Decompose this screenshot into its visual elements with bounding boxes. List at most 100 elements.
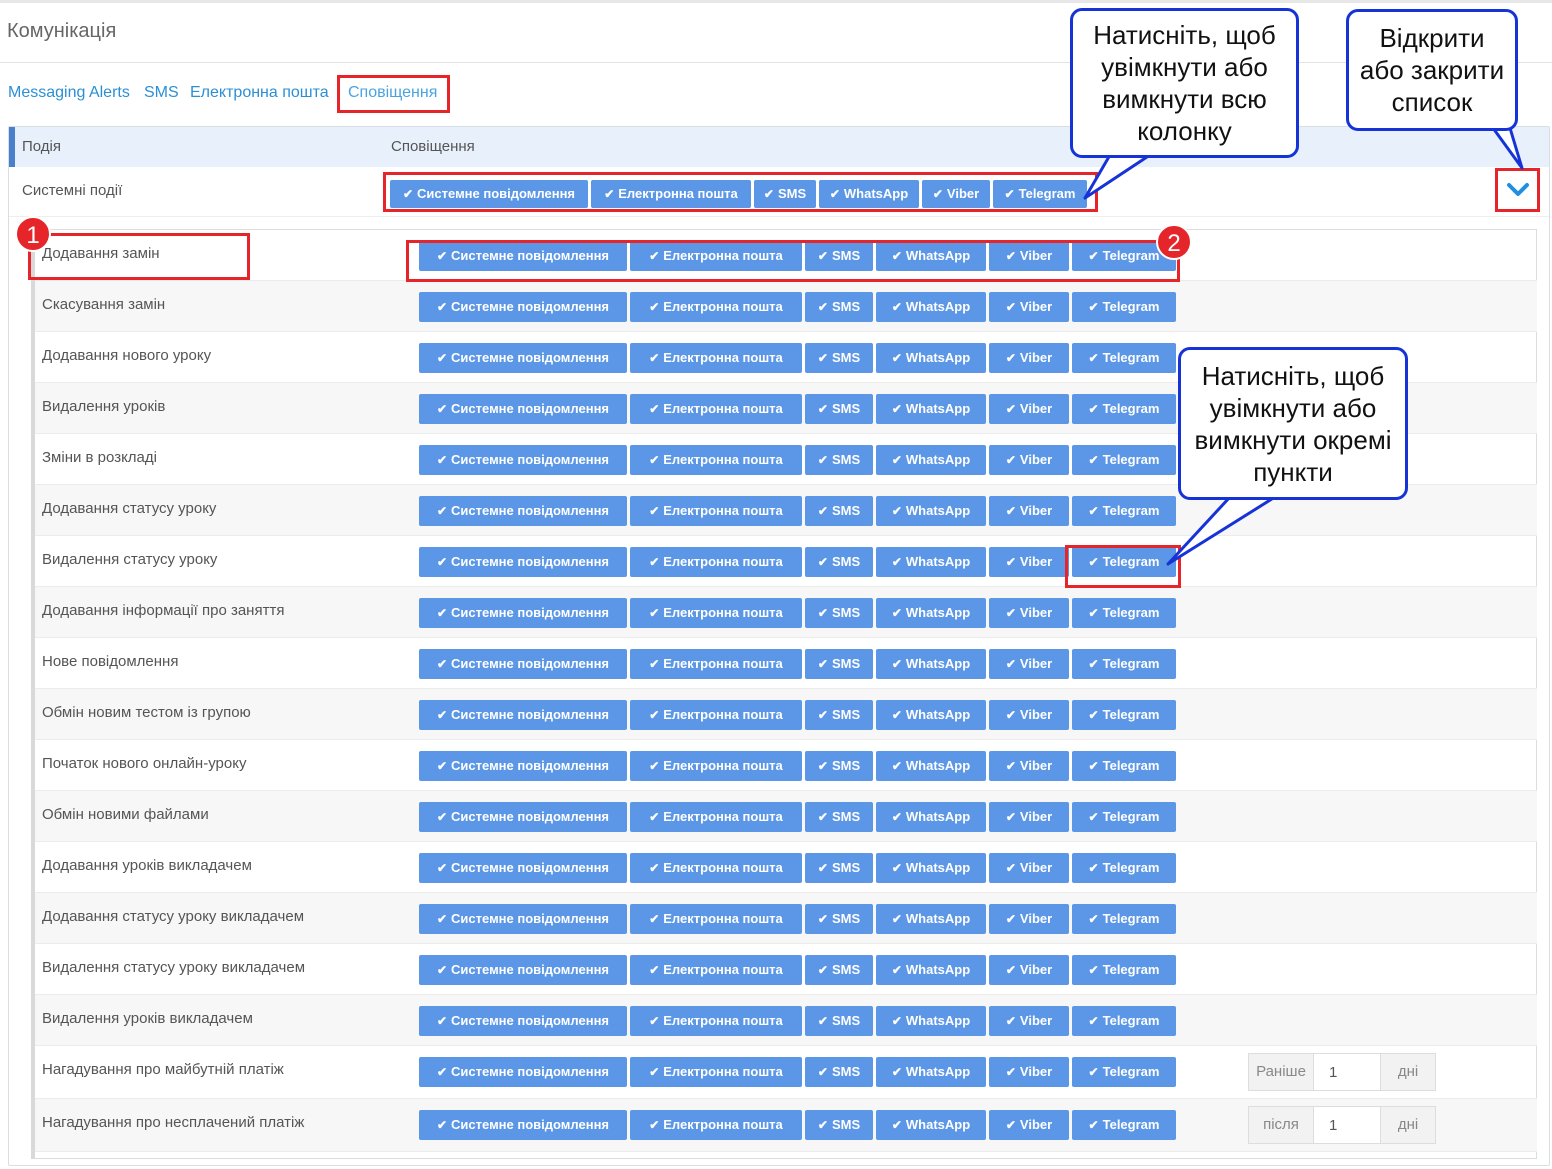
event-telegram-toggle[interactable]: ✔ Telegram	[1072, 598, 1176, 628]
event-telegram-toggle[interactable]: ✔ Telegram	[1072, 445, 1176, 475]
event-email-toggle[interactable]: ✔ Електронна пошта	[630, 904, 802, 934]
event-viber-toggle[interactable]: ✔ Viber	[989, 700, 1069, 730]
event-viber-toggle[interactable]: ✔ Viber	[989, 1006, 1069, 1036]
event-telegram-toggle[interactable]: ✔ Telegram	[1072, 394, 1176, 424]
event-telegram-toggle[interactable]: ✔ Telegram	[1072, 649, 1176, 679]
event-sms-toggle[interactable]: ✔ SMS	[805, 1110, 873, 1140]
event-system-message-toggle[interactable]: ✔ Системне повідомлення	[419, 700, 627, 730]
event-sms-toggle[interactable]: ✔ SMS	[805, 394, 873, 424]
event-telegram-toggle[interactable]: ✔ Telegram	[1072, 1006, 1176, 1036]
event-telegram-toggle[interactable]: ✔ Telegram	[1072, 1110, 1176, 1140]
tab-messaging-alerts[interactable]: Messaging Alerts	[8, 84, 130, 102]
event-sms-toggle[interactable]: ✔ SMS	[805, 292, 873, 322]
event-sms-toggle[interactable]: ✔ SMS	[805, 343, 873, 373]
event-email-toggle[interactable]: ✔ Електронна пошта	[630, 1006, 802, 1036]
event-telegram-toggle[interactable]: ✔ Telegram	[1072, 853, 1176, 883]
event-email-toggle[interactable]: ✔ Електронна пошта	[630, 955, 802, 985]
event-email-toggle[interactable]: ✔ Електронна пошта	[630, 1110, 802, 1140]
event-whatsapp-toggle[interactable]: ✔ WhatsApp	[876, 394, 986, 424]
event-whatsapp-toggle[interactable]: ✔ WhatsApp	[876, 445, 986, 475]
event-viber-toggle[interactable]: ✔ Viber	[989, 394, 1069, 424]
event-sms-toggle[interactable]: ✔ SMS	[805, 649, 873, 679]
event-telegram-toggle[interactable]: ✔ Telegram	[1072, 751, 1176, 781]
event-sms-toggle[interactable]: ✔ SMS	[805, 445, 873, 475]
event-system-message-toggle[interactable]: ✔ Системне повідомлення	[419, 955, 627, 985]
event-sms-toggle[interactable]: ✔ SMS	[805, 598, 873, 628]
event-whatsapp-toggle[interactable]: ✔ WhatsApp	[876, 853, 986, 883]
event-system-message-toggle[interactable]: ✔ Системне повідомлення	[419, 394, 627, 424]
event-viber-toggle[interactable]: ✔ Viber	[989, 598, 1069, 628]
event-telegram-toggle[interactable]: ✔ Telegram	[1072, 292, 1176, 322]
event-email-toggle[interactable]: ✔ Електронна пошта	[630, 751, 802, 781]
event-viber-toggle[interactable]: ✔ Viber	[989, 751, 1069, 781]
event-system-message-toggle[interactable]: ✔ Системне повідомлення	[419, 649, 627, 679]
event-email-toggle[interactable]: ✔ Електронна пошта	[630, 547, 802, 577]
event-whatsapp-toggle[interactable]: ✔ WhatsApp	[876, 1110, 986, 1140]
event-email-toggle[interactable]: ✔ Електронна пошта	[630, 292, 802, 322]
event-system-message-toggle[interactable]: ✔ Системне повідомлення	[419, 1110, 627, 1140]
event-whatsapp-toggle[interactable]: ✔ WhatsApp	[876, 547, 986, 577]
event-whatsapp-toggle[interactable]: ✔ WhatsApp	[876, 292, 986, 322]
days-input[interactable]	[1315, 1107, 1379, 1143]
event-sms-toggle[interactable]: ✔ SMS	[805, 853, 873, 883]
event-whatsapp-toggle[interactable]: ✔ WhatsApp	[876, 343, 986, 373]
event-email-toggle[interactable]: ✔ Електронна пошта	[630, 802, 802, 832]
event-sms-toggle[interactable]: ✔ SMS	[805, 802, 873, 832]
event-sms-toggle[interactable]: ✔ SMS	[805, 700, 873, 730]
event-system-message-toggle[interactable]: ✔ Системне повідомлення	[419, 445, 627, 475]
event-email-toggle[interactable]: ✔ Електронна пошта	[630, 700, 802, 730]
event-viber-toggle[interactable]: ✔ Viber	[989, 649, 1069, 679]
event-sms-toggle[interactable]: ✔ SMS	[805, 496, 873, 526]
event-system-message-toggle[interactable]: ✔ Системне повідомлення	[419, 1006, 627, 1036]
event-whatsapp-toggle[interactable]: ✔ WhatsApp	[876, 598, 986, 628]
event-viber-toggle[interactable]: ✔ Viber	[989, 904, 1069, 934]
event-sms-toggle[interactable]: ✔ SMS	[805, 1057, 873, 1087]
tab-sms[interactable]: SMS	[144, 84, 179, 102]
event-system-message-toggle[interactable]: ✔ Системне повідомлення	[419, 343, 627, 373]
event-email-toggle[interactable]: ✔ Електронна пошта	[630, 496, 802, 526]
event-viber-toggle[interactable]: ✔ Viber	[989, 496, 1069, 526]
event-sms-toggle[interactable]: ✔ SMS	[805, 904, 873, 934]
event-viber-toggle[interactable]: ✔ Viber	[989, 802, 1069, 832]
event-email-toggle[interactable]: ✔ Електронна пошта	[630, 445, 802, 475]
event-telegram-toggle[interactable]: ✔ Telegram	[1072, 802, 1176, 832]
event-system-message-toggle[interactable]: ✔ Системне повідомлення	[419, 751, 627, 781]
event-viber-toggle[interactable]: ✔ Viber	[989, 853, 1069, 883]
event-system-message-toggle[interactable]: ✔ Системне повідомлення	[419, 598, 627, 628]
event-whatsapp-toggle[interactable]: ✔ WhatsApp	[876, 904, 986, 934]
event-viber-toggle[interactable]: ✔ Viber	[989, 955, 1069, 985]
event-viber-toggle[interactable]: ✔ Viber	[989, 292, 1069, 322]
event-sms-toggle[interactable]: ✔ SMS	[805, 547, 873, 577]
event-telegram-toggle[interactable]: ✔ Telegram	[1072, 904, 1176, 934]
event-system-message-toggle[interactable]: ✔ Системне повідомлення	[419, 496, 627, 526]
event-system-message-toggle[interactable]: ✔ Системне повідомлення	[419, 547, 627, 577]
event-whatsapp-toggle[interactable]: ✔ WhatsApp	[876, 1006, 986, 1036]
event-system-message-toggle[interactable]: ✔ Системне повідомлення	[419, 292, 627, 322]
event-email-toggle[interactable]: ✔ Електронна пошта	[630, 343, 802, 373]
event-whatsapp-toggle[interactable]: ✔ WhatsApp	[876, 1057, 986, 1087]
event-viber-toggle[interactable]: ✔ Viber	[989, 1110, 1069, 1140]
event-whatsapp-toggle[interactable]: ✔ WhatsApp	[876, 700, 986, 730]
event-telegram-toggle[interactable]: ✔ Telegram	[1072, 1057, 1176, 1087]
event-telegram-toggle[interactable]: ✔ Telegram	[1072, 700, 1176, 730]
event-email-toggle[interactable]: ✔ Електронна пошта	[630, 394, 802, 424]
event-whatsapp-toggle[interactable]: ✔ WhatsApp	[876, 751, 986, 781]
event-whatsapp-toggle[interactable]: ✔ WhatsApp	[876, 649, 986, 679]
event-system-message-toggle[interactable]: ✔ Системне повідомлення	[419, 802, 627, 832]
days-input[interactable]	[1315, 1054, 1379, 1090]
event-sms-toggle[interactable]: ✔ SMS	[805, 751, 873, 781]
event-system-message-toggle[interactable]: ✔ Системне повідомлення	[419, 853, 627, 883]
event-viber-toggle[interactable]: ✔ Viber	[989, 445, 1069, 475]
event-telegram-toggle[interactable]: ✔ Telegram	[1072, 496, 1176, 526]
event-viber-toggle[interactable]: ✔ Viber	[989, 343, 1069, 373]
event-system-message-toggle[interactable]: ✔ Системне повідомлення	[419, 904, 627, 934]
event-viber-toggle[interactable]: ✔ Viber	[989, 547, 1069, 577]
event-telegram-toggle[interactable]: ✔ Telegram	[1072, 343, 1176, 373]
event-whatsapp-toggle[interactable]: ✔ WhatsApp	[876, 496, 986, 526]
event-telegram-toggle[interactable]: ✔ Telegram	[1072, 955, 1176, 985]
event-system-message-toggle[interactable]: ✔ Системне повідомлення	[419, 1057, 627, 1087]
toggle-list-button[interactable]	[1495, 168, 1540, 212]
event-viber-toggle[interactable]: ✔ Viber	[989, 1057, 1069, 1087]
event-sms-toggle[interactable]: ✔ SMS	[805, 955, 873, 985]
event-sms-toggle[interactable]: ✔ SMS	[805, 1006, 873, 1036]
